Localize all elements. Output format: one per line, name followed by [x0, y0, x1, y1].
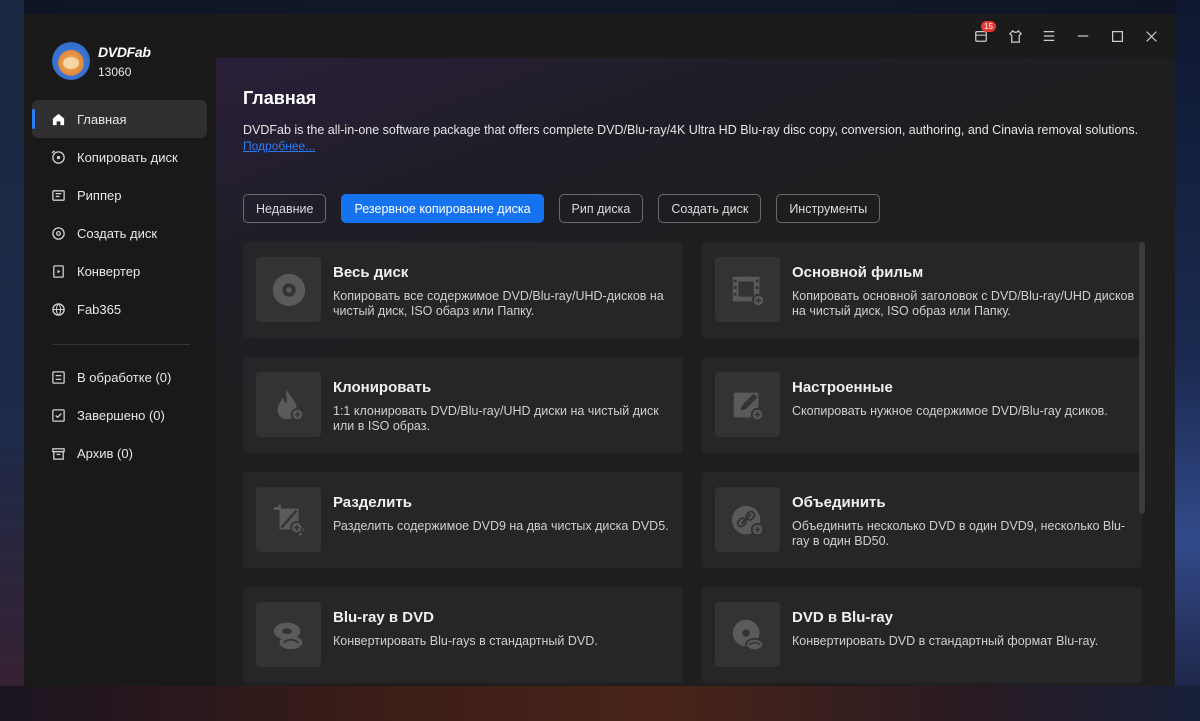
minimize-button[interactable]	[1073, 26, 1093, 46]
sidebar-item-label: Fab365	[77, 301, 122, 317]
card-title: Основной фильм	[792, 264, 924, 281]
converter-icon	[50, 263, 66, 279]
merge-link-icon	[715, 487, 780, 552]
sidebar: DVDFab 13060 Главная Копировать диск Рип…	[24, 14, 216, 686]
tab-tools[interactable]: Инструменты	[776, 194, 881, 223]
card-description: 1:1 клонировать DVD/Blu-ray/UHD диски на…	[333, 404, 659, 433]
desktop-wallpaper-right	[1175, 0, 1200, 721]
split-icon	[256, 487, 321, 552]
fab365-icon	[50, 301, 66, 317]
skin-button[interactable]	[1005, 26, 1025, 46]
card-title: DVD в Blu-ray	[792, 609, 893, 626]
card-clone[interactable]: Клонировать 1:1 клонировать DVD/Blu-ray/…	[243, 357, 683, 453]
card-title: Объединить	[792, 494, 886, 511]
page-description: DVDFab is the all-in-one software packag…	[243, 123, 1139, 137]
card-full-disc[interactable]: Весь диск Копировать все содержимое DVD/…	[243, 242, 683, 338]
disc-icon	[256, 257, 321, 322]
minimize-icon	[1077, 35, 1089, 37]
sidebar-item-label: В обработке (0)	[77, 369, 172, 385]
shirt-icon	[1008, 29, 1022, 43]
edit-icon	[715, 372, 780, 437]
create-disc-icon	[50, 225, 66, 241]
card-description: Конвертировать Blu-rays в стандартный DV…	[333, 634, 598, 648]
card-customized[interactable]: Настроенные Скопировать нужное содержимо…	[702, 357, 1142, 453]
sidebar-item-label: Главная	[77, 111, 127, 127]
card-merge[interactable]: Объединить Объединить несколько DVD в од…	[702, 472, 1142, 568]
desktop-wallpaper-left	[0, 0, 24, 721]
sidebar-item-label: Риппер	[77, 187, 122, 203]
sidebar-item-converter[interactable]: Конвертер	[32, 252, 207, 290]
card-description: Копировать все содержимое DVD/Blu-ray/UH…	[333, 289, 664, 318]
dvd-to-bluray-icon	[715, 602, 780, 667]
main-content: Главная DVDFab is the all-in-one softwar…	[216, 58, 1175, 686]
page-title: Главная	[243, 88, 317, 108]
bluray-to-dvd-icon	[256, 602, 321, 667]
brand-name: DVDFab	[98, 43, 151, 60]
sidebar-item-label: Копировать диск	[77, 149, 178, 165]
card-title: Blu-ray в DVD	[333, 609, 434, 626]
tab-recent[interactable]: Недавние	[243, 194, 327, 223]
flame-icon	[256, 372, 321, 437]
sidebar-item-completed[interactable]: Завершено (0)	[32, 396, 207, 434]
sidebar-item-copy-disc[interactable]: Копировать диск	[32, 138, 207, 176]
category-tabs: Недавние Резервное копирование диска Рип…	[243, 194, 881, 223]
ripper-icon	[50, 187, 66, 203]
notification-badge: 15	[981, 21, 996, 32]
card-dvd-to-bluray[interactable]: DVD в Blu-ray Конвертировать DVD в станд…	[702, 587, 1142, 683]
version-number: 13060	[98, 64, 132, 79]
app-window: DVDFab 13060 Главная Копировать диск Рип…	[24, 14, 1175, 686]
brand: DVDFab 13060	[52, 42, 151, 80]
sidebar-divider	[52, 344, 190, 345]
card-title: Разделить	[333, 494, 412, 511]
card-description: Копировать основной заголовок с DVD/Blu-…	[792, 289, 1135, 318]
user-avatar[interactable]	[52, 42, 90, 80]
card-title: Настроенные	[792, 379, 893, 396]
queue-nav: В обработке (0) Завершено (0) Архив (0)	[32, 358, 207, 472]
completed-icon	[50, 407, 66, 423]
sidebar-item-create-disc[interactable]: Создать диск	[32, 214, 207, 252]
card-description: Скопировать нужное содержимое DVD/Blu-ra…	[792, 404, 1108, 418]
sidebar-item-fab365[interactable]: Fab365	[32, 290, 207, 328]
card-description: Объединить несколько DVD в один DVD9, не…	[792, 519, 1126, 548]
sidebar-item-label: Конвертер	[77, 263, 141, 279]
sidebar-item-label: Завершено (0)	[77, 407, 165, 423]
notifications-button[interactable]: 15	[971, 21, 996, 46]
close-icon	[1145, 30, 1157, 42]
card-main-movie[interactable]: Основной фильм Копировать основной загол…	[702, 242, 1142, 338]
sidebar-item-label: Создать диск	[77, 225, 158, 241]
maximize-icon	[1111, 30, 1123, 42]
menu-button[interactable]	[1039, 26, 1059, 46]
hamburger-menu-icon	[1043, 31, 1055, 41]
processing-icon	[50, 369, 66, 385]
desktop-wallpaper-bottom	[0, 686, 1200, 721]
card-split[interactable]: Разделить Разделить содержимое DVD9 на д…	[243, 472, 683, 568]
title-bar: 15	[216, 14, 1175, 58]
main-nav: Главная Копировать диск Риппер Создать д…	[32, 100, 207, 328]
scrollbar[interactable]	[1139, 242, 1145, 514]
film-icon	[715, 257, 780, 322]
card-bluray-to-dvd[interactable]: Blu-ray в DVD Конвертировать Blu-rays в …	[243, 587, 683, 683]
card-description: Конвертировать DVD в стандартный формат …	[792, 634, 1099, 648]
card-description: Разделить содержимое DVD9 на два чистых …	[333, 519, 669, 533]
tab-disc-backup[interactable]: Резервное копирование диска	[341, 194, 544, 223]
archive-icon	[50, 445, 66, 461]
tab-disc-rip[interactable]: Рип диска	[558, 194, 644, 223]
more-link[interactable]: Подробнее...	[243, 139, 315, 153]
home-icon	[50, 111, 66, 127]
card-title: Весь диск	[333, 264, 409, 281]
sidebar-item-label: Архив (0)	[77, 445, 133, 461]
copy-disc-icon	[50, 149, 66, 165]
sidebar-item-processing[interactable]: В обработке (0)	[32, 358, 207, 396]
close-button[interactable]	[1141, 26, 1161, 46]
sidebar-item-archive[interactable]: Архив (0)	[32, 434, 207, 472]
sidebar-item-ripper[interactable]: Риппер	[32, 176, 207, 214]
card-title: Клонировать	[333, 379, 432, 396]
sidebar-item-home[interactable]: Главная	[32, 100, 207, 138]
tab-create-disc[interactable]: Создать диск	[658, 194, 762, 223]
maximize-button[interactable]	[1107, 26, 1127, 46]
